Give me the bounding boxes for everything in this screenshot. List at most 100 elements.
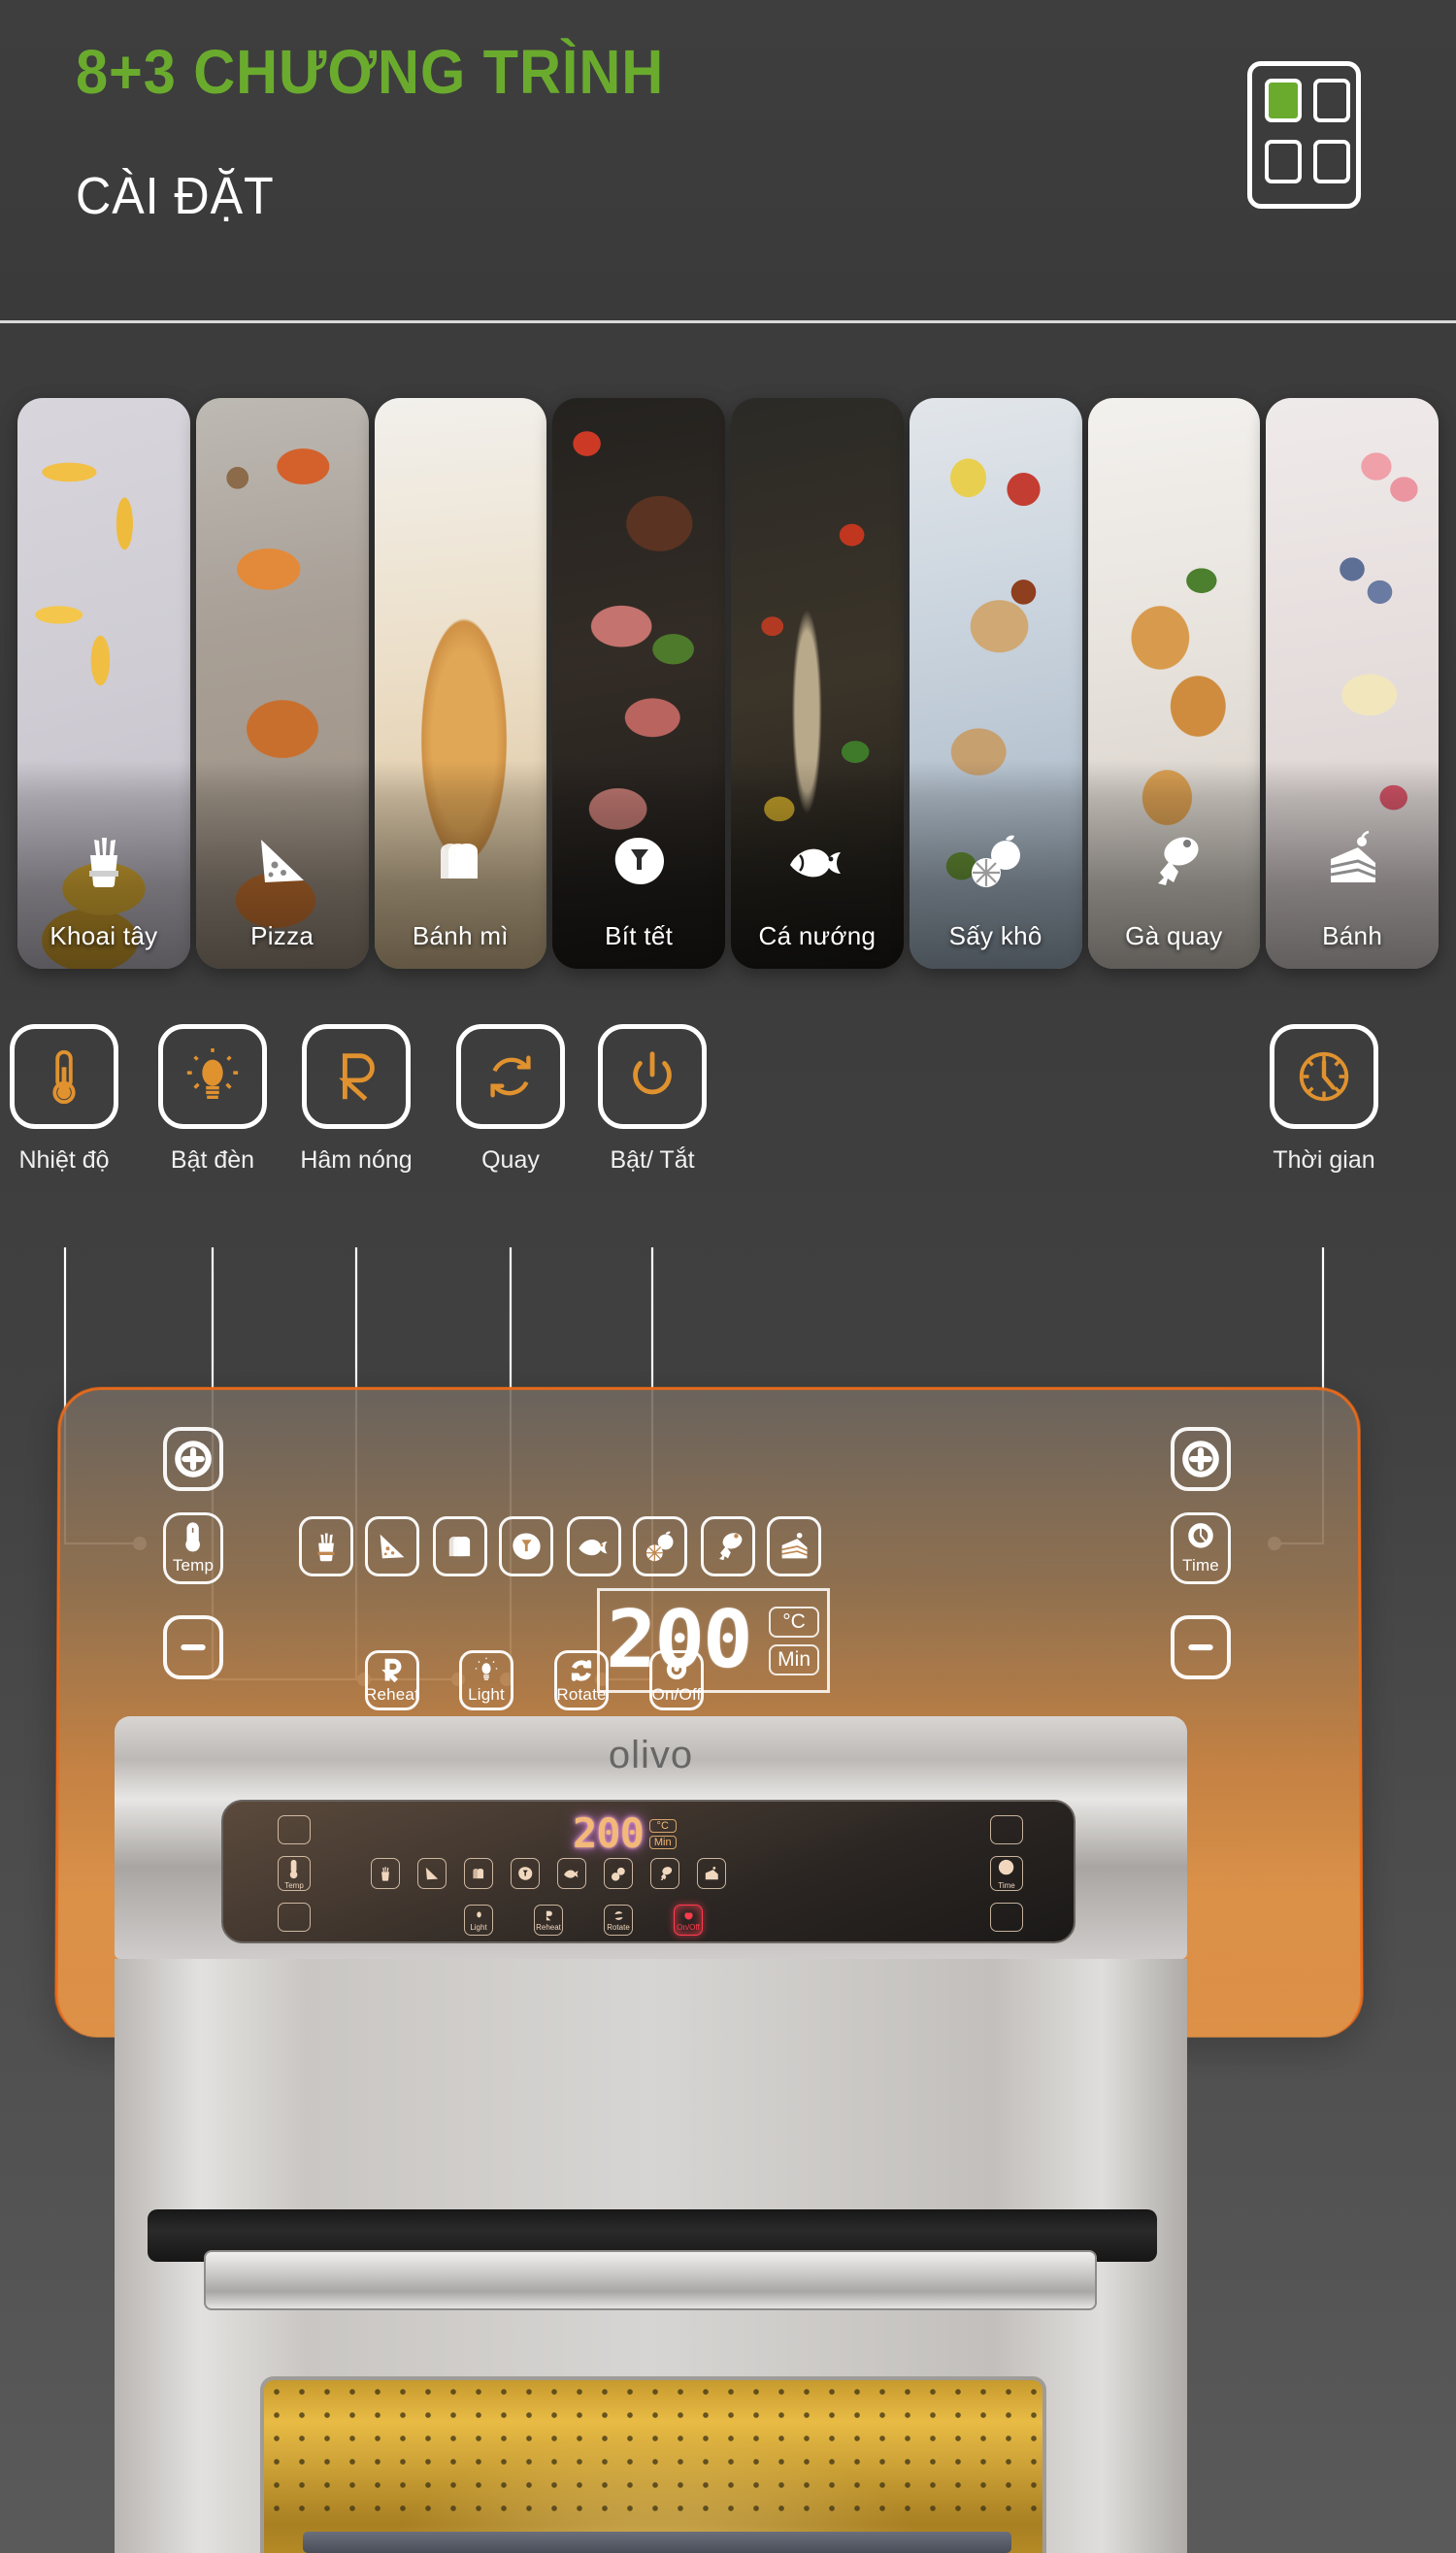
program-card-fish[interactable]: Cá nướng <box>731 398 904 969</box>
device-light-button[interactable]: Light <box>464 1905 493 1936</box>
device-program-steak[interactable] <box>511 1858 540 1889</box>
temp-button[interactable]: Temp <box>163 1512 223 1584</box>
header-banner: 8+3 CHƯƠNG TRÌNH CÀI ĐẶT <box>0 0 1456 320</box>
function-label: Thời gian <box>1273 1146 1375 1174</box>
device-program-pizza[interactable] <box>417 1858 447 1889</box>
display-units: °C Min <box>769 1606 819 1675</box>
device-time-plus-button[interactable] <box>990 1815 1023 1844</box>
device-reheat-button[interactable]: Reheat <box>534 1905 563 1936</box>
program-button-fish[interactable] <box>567 1516 621 1576</box>
device-temp-label: Temp <box>284 1881 304 1890</box>
program-card-label: Sấy khô <box>948 921 1042 950</box>
program-button-cake[interactable] <box>767 1516 821 1576</box>
device-temp-button[interactable]: Temp <box>278 1856 311 1891</box>
program-button-steak[interactable] <box>499 1516 553 1576</box>
device-program-chicken[interactable] <box>650 1858 679 1889</box>
function-reheat[interactable]: Hâm nóng <box>291 1024 421 1175</box>
onoff-button-label: On/Off <box>651 1684 702 1704</box>
program-card-cake[interactable]: Bánh <box>1266 398 1439 969</box>
device-display: 200 °C Min <box>573 1813 677 1854</box>
device-time-label: Time <box>998 1881 1015 1890</box>
device-onoff-label: On/Off <box>677 1923 700 1932</box>
device-program-fish[interactable] <box>557 1858 586 1889</box>
device-light-label: Light <box>470 1923 487 1932</box>
program-card-label: Bánh <box>1322 921 1383 950</box>
chicken-leg-icon <box>1142 829 1206 893</box>
bread-icon <box>428 829 492 893</box>
page-subtitle: CÀI ĐẶT <box>76 167 275 225</box>
device-temp-minus-button[interactable] <box>278 1903 311 1932</box>
program-button-chicken[interactable] <box>701 1516 755 1576</box>
reheat-button-label: Reheat <box>364 1684 420 1704</box>
program-card-pizza[interactable]: Pizza <box>195 398 369 969</box>
function-time[interactable]: Thời gian <box>1259 1024 1389 1175</box>
device-onoff-button[interactable]: On/Off <box>674 1905 703 1936</box>
steak-icon <box>607 829 671 893</box>
program-button-dried[interactable] <box>633 1516 687 1576</box>
device-time-button[interactable]: Time <box>990 1856 1023 1891</box>
device-time-minus-button[interactable] <box>990 1903 1023 1932</box>
temp-plus-button[interactable] <box>163 1427 223 1491</box>
program-card-label: Bánh mì <box>412 921 509 950</box>
program-card-bread[interactable]: Bánh mì <box>374 398 547 969</box>
air-fryer-product: olivo 200 °C Min Temp Time Light Reheat … <box>115 1716 1187 2553</box>
function-icon-row: Nhiệt độ Bật đèn Hâm nóng Quay Bật/ Tắt <box>0 1024 1456 1218</box>
device-program-fries[interactable] <box>371 1858 400 1889</box>
function-label: Bật/ Tắt <box>610 1146 695 1174</box>
lightbulb-icon <box>158 1024 267 1129</box>
function-label: Bật đèn <box>170 1146 255 1174</box>
page-title: 8+3 CHƯƠNG TRÌNH <box>76 37 665 107</box>
program-button-pizza[interactable] <box>365 1516 419 1576</box>
function-label: Nhiệt độ <box>18 1146 110 1174</box>
function-light[interactable]: Bật đèn <box>148 1024 278 1175</box>
device-rotate-button[interactable]: Rotate <box>604 1905 633 1936</box>
door-handle[interactable] <box>204 2250 1097 2310</box>
letter-r-reheat-icon <box>302 1024 411 1129</box>
time-button[interactable]: Time <box>1171 1512 1231 1584</box>
program-button-bread[interactable] <box>433 1516 487 1576</box>
reheat-button[interactable]: Reheat <box>365 1650 419 1710</box>
program-card-steak[interactable]: Bít tết <box>552 398 725 969</box>
device-unit-time: Min <box>648 1835 677 1849</box>
temp-button-label: Temp <box>172 1555 215 1575</box>
onoff-button[interactable]: On/Off <box>649 1650 704 1710</box>
oven-window <box>260 2376 1046 2553</box>
device-rotate-label: Rotate <box>607 1923 630 1932</box>
function-label: Quay <box>481 1146 540 1174</box>
device-reheat-label: Reheat <box>536 1923 561 1932</box>
function-power[interactable]: Bật/ Tắt <box>587 1024 717 1175</box>
pizza-icon <box>250 829 314 893</box>
light-button[interactable]: Light <box>459 1650 513 1710</box>
function-label: Hâm nóng <box>300 1146 413 1174</box>
time-plus-button[interactable] <box>1171 1427 1231 1491</box>
program-card-fries[interactable]: Khoai tây <box>17 398 190 969</box>
program-card-dried[interactable]: Sấy khô <box>909 398 1082 969</box>
device-program-dried[interactable] <box>604 1858 633 1889</box>
rotate-icon <box>456 1024 565 1129</box>
program-card-label: Khoai tây <box>50 921 158 950</box>
function-rotate[interactable]: Quay <box>446 1024 576 1175</box>
device-display-units: °C Min <box>648 1818 677 1849</box>
product-top-housing: olivo 200 °C Min Temp Time Light Reheat … <box>115 1716 1187 1959</box>
grid-cell <box>1313 140 1350 183</box>
light-button-label: Light <box>468 1684 505 1704</box>
rotate-button[interactable]: Rotate <box>554 1650 609 1710</box>
oven-shelf <box>303 2532 1011 2553</box>
oven-rack-top-mesh <box>264 2380 1042 2526</box>
device-program-bread[interactable] <box>464 1858 493 1889</box>
infographic-page: 8+3 CHƯƠNG TRÌNH CÀI ĐẶT Khoai tây Pizza <box>0 0 1456 2553</box>
rotate-button-label: Rotate <box>556 1684 607 1704</box>
device-display-value: 200 <box>573 1809 645 1857</box>
program-card-chicken[interactable]: Gà quay <box>1087 398 1261 969</box>
power-icon <box>598 1024 707 1129</box>
function-temperature[interactable]: Nhiệt độ <box>0 1024 129 1175</box>
panel-display: 200 °C Min <box>597 1588 830 1693</box>
product-body <box>115 1959 1187 2553</box>
time-minus-button[interactable] <box>1171 1615 1231 1679</box>
header-divider <box>0 320 1456 323</box>
device-temp-plus-button[interactable] <box>278 1815 311 1844</box>
temp-minus-button[interactable] <box>163 1615 223 1679</box>
program-button-fries[interactable] <box>299 1516 353 1576</box>
program-card-label: Cá nướng <box>758 921 877 950</box>
device-program-cake[interactable] <box>697 1858 726 1889</box>
